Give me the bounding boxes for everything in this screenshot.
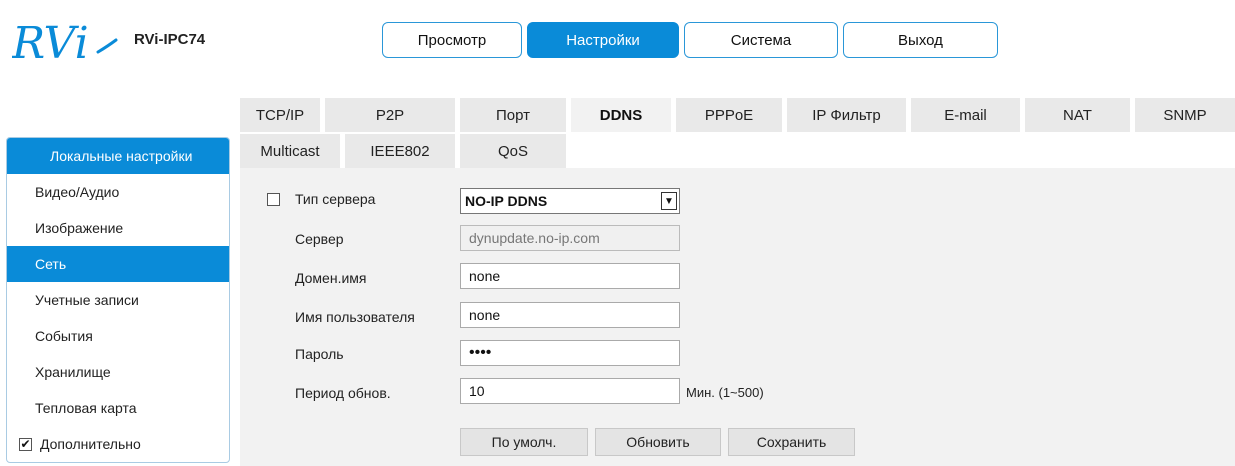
chevron-down-icon[interactable]: ▼ bbox=[661, 192, 677, 210]
server-field[interactable] bbox=[460, 225, 680, 251]
advanced-label: Дополнительно bbox=[40, 436, 141, 452]
sidebar-item-accounts[interactable]: Учетные записи bbox=[7, 282, 229, 318]
tab-multicast[interactable]: Multicast bbox=[240, 134, 340, 168]
sidebar-item-image[interactable]: Изображение bbox=[7, 210, 229, 246]
server-type-value: NO-IP DDNS bbox=[465, 193, 548, 209]
advanced-checkbox[interactable]: ✔ bbox=[19, 437, 32, 451]
svg-text:RVi: RVi bbox=[12, 18, 89, 68]
nav-view-button[interactable]: Просмотр bbox=[382, 22, 522, 58]
camera-model: RVi-IPC74 bbox=[134, 31, 206, 48]
server-type-label: Тип сервера bbox=[295, 191, 376, 207]
tab-ieee802[interactable]: IEEE802 bbox=[345, 134, 455, 168]
tab-port[interactable]: Порт bbox=[460, 98, 566, 132]
rvi-logo-icon: RVi bbox=[12, 18, 118, 68]
sidebar-item-storage[interactable]: Хранилище bbox=[7, 354, 229, 390]
tab-ddns[interactable]: DDNS bbox=[571, 98, 671, 132]
ddns-settings-panel: Тип сервера NO-IP DDNS ▼ Сервер Домен.им… bbox=[240, 168, 1235, 466]
save-button[interactable]: Сохранить bbox=[728, 428, 855, 456]
tab-qos[interactable]: QoS bbox=[460, 134, 566, 168]
sidebar-item-heatmap[interactable]: Тепловая карта bbox=[7, 390, 229, 426]
sidebar-item-local-settings[interactable]: Локальные настройки bbox=[7, 138, 229, 174]
default-button[interactable]: По умолч. bbox=[460, 428, 588, 456]
update-period-field[interactable] bbox=[460, 378, 680, 404]
password-label: Пароль bbox=[295, 346, 344, 362]
nav-logout-button[interactable]: Выход bbox=[843, 22, 998, 58]
tab-snmp[interactable]: SNMP bbox=[1135, 98, 1235, 132]
tab-tcpip[interactable]: TCP/IP bbox=[240, 98, 320, 132]
tab-ip-filter[interactable]: IP Фильтр bbox=[787, 98, 906, 132]
refresh-button[interactable]: Обновить bbox=[595, 428, 721, 456]
sidebar-item-video-audio[interactable]: Видео/Аудио bbox=[7, 174, 229, 210]
domain-label: Домен.имя bbox=[295, 270, 367, 286]
update-period-label: Период обнов. bbox=[295, 385, 391, 401]
server-type-checkbox[interactable] bbox=[267, 193, 280, 206]
domain-field[interactable] bbox=[460, 263, 680, 289]
sidebar-item-events[interactable]: События bbox=[7, 318, 229, 354]
password-field[interactable] bbox=[460, 340, 680, 366]
tab-pppoe[interactable]: PPPoE bbox=[676, 98, 782, 132]
tab-p2p[interactable]: P2P bbox=[325, 98, 455, 132]
settings-sidebar: Локальные настройки Видео/Аудио Изображе… bbox=[6, 137, 230, 463]
username-field[interactable] bbox=[460, 302, 680, 328]
sidebar-item-advanced[interactable]: ✔ Дополнительно bbox=[7, 426, 229, 462]
tab-email[interactable]: E-mail bbox=[911, 98, 1020, 132]
username-label: Имя пользователя bbox=[295, 309, 415, 325]
server-type-select[interactable]: NO-IP DDNS ▼ bbox=[460, 188, 680, 214]
tab-nat[interactable]: NAT bbox=[1025, 98, 1130, 132]
nav-settings-button[interactable]: Настройки bbox=[527, 22, 679, 58]
server-label: Сервер bbox=[295, 231, 344, 247]
nav-system-button[interactable]: Система bbox=[684, 22, 838, 58]
sidebar-item-network[interactable]: Сеть bbox=[7, 246, 229, 282]
update-period-unit: Мин. (1~500) bbox=[686, 385, 764, 400]
